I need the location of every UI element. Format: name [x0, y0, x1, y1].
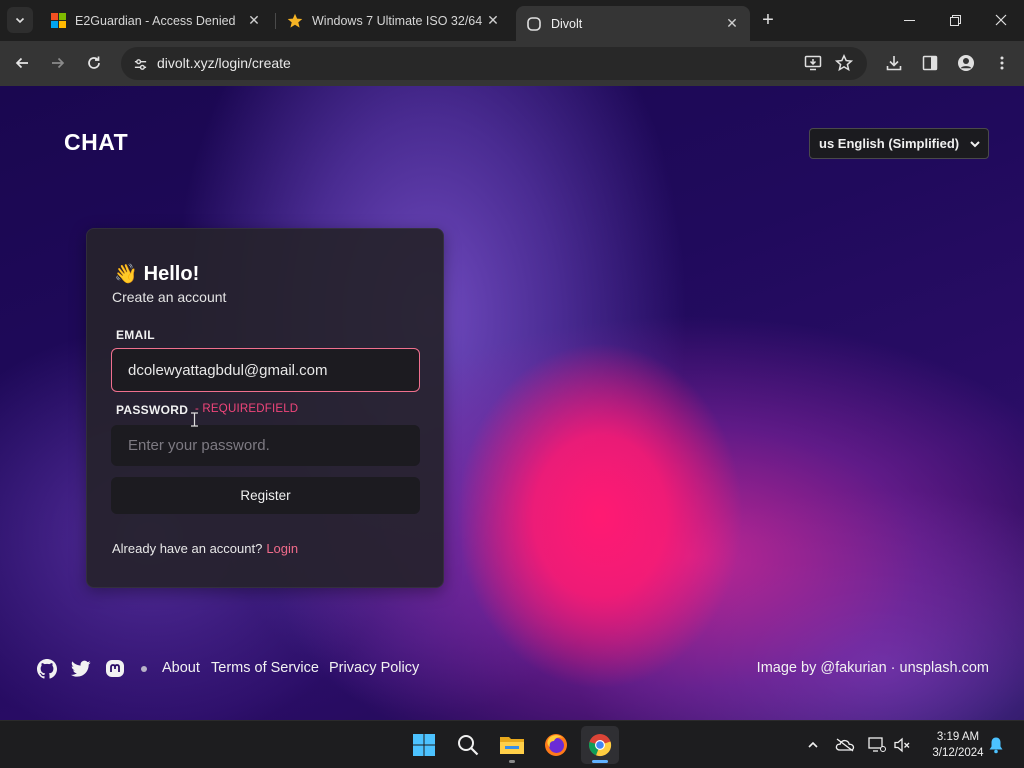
tab-windows7[interactable]: Windows 7 Ultimate ISO 32/64 ✕ [277, 6, 511, 35]
password-placeholder: Enter your password. [128, 437, 270, 454]
profile-button[interactable] [954, 51, 978, 75]
chevron-down-icon [15, 17, 25, 24]
bookmark-star-icon[interactable] [832, 51, 856, 75]
search-icon [458, 735, 479, 756]
browser-toolbar: divolt.xyz/login/create [0, 41, 1024, 86]
about-link[interactable]: About [162, 660, 200, 676]
image-credit[interactable]: Image by @fakurian · unsplash.com [757, 660, 989, 676]
side-panel-button[interactable] [918, 51, 942, 75]
start-icon [413, 734, 435, 756]
signup-card: 👋 Hello! Create an account EMAIL dcolewy… [86, 228, 444, 588]
file-explorer-icon [500, 737, 524, 754]
firefox-icon [545, 734, 567, 756]
greeting-heading: 👋 Hello! [114, 262, 199, 286]
profile-icon [958, 55, 974, 71]
taskbar: 3:19 AM 3/12/2024 [0, 720, 1024, 768]
forward-button[interactable] [46, 51, 70, 75]
back-button[interactable] [10, 51, 34, 75]
tab-separator [275, 13, 276, 29]
login-prompt-text: Already have an account? [112, 541, 263, 556]
tab-strip: E2Guardian - Access Denied ✕ Windows 7 U… [0, 0, 1024, 41]
footer-separator-dot [141, 666, 147, 672]
terms-link[interactable]: Terms of Service [211, 660, 319, 676]
volume-muted-icon[interactable] [892, 735, 912, 755]
login-link[interactable]: Login [266, 541, 298, 556]
more-vertical-icon [1000, 56, 1004, 70]
arrow-left-icon [15, 57, 28, 69]
reload-icon [88, 56, 100, 69]
divolt-icon [526, 16, 542, 32]
mastodon-icon[interactable] [104, 658, 126, 680]
side-panel-icon [922, 55, 938, 71]
show-hidden-icons-button[interactable] [803, 735, 823, 755]
chrome-icon [588, 734, 612, 757]
tab-title: Divolt [551, 16, 583, 31]
new-tab-button[interactable]: + [757, 9, 779, 31]
language-select[interactable]: us English (Simplified) [809, 128, 989, 159]
restore-button[interactable] [933, 5, 977, 35]
tab-e2guardian[interactable]: E2Guardian - Access Denied ✕ [40, 6, 272, 35]
close-window-button[interactable] [979, 5, 1023, 35]
tab-title: Windows 7 Ultimate ISO 32/64 [312, 13, 483, 28]
password-label: PASSWORD [116, 403, 189, 417]
tab-search-button[interactable] [7, 7, 33, 33]
tab-divolt[interactable]: Divolt ✕ [516, 6, 750, 41]
running-indicator [592, 760, 608, 763]
email-value: dcolewyattagbdul@gmail.com [128, 361, 328, 379]
taskbar-file-explorer[interactable] [493, 726, 531, 764]
chevron-down-icon [970, 141, 980, 148]
network-icon[interactable] [867, 735, 887, 755]
twitter-icon[interactable] [70, 658, 92, 680]
arrow-right-icon [52, 57, 65, 69]
windows-logo-icon [50, 13, 66, 29]
notification-bell-icon[interactable] [986, 735, 1006, 755]
waving-hand-icon: 👋 [114, 264, 138, 285]
install-app-icon[interactable] [801, 51, 825, 75]
language-select-value: us English (Simplified) [819, 136, 960, 151]
card-subtitle: Create an account [112, 289, 227, 305]
privacy-link[interactable]: Privacy Policy [329, 660, 419, 676]
page-content: CHAT us English (Simplified) 👋 Hello! Cr… [0, 86, 1024, 720]
close-icon [995, 14, 1007, 26]
close-icon[interactable]: ✕ [246, 12, 262, 29]
close-icon[interactable]: ✕ [724, 15, 740, 32]
start-button[interactable] [405, 726, 443, 764]
address-bar[interactable]: divolt.xyz/login/create [121, 47, 867, 80]
minimize-icon [903, 19, 915, 21]
onedrive-icon[interactable] [835, 735, 855, 755]
taskbar-chrome[interactable] [581, 726, 619, 764]
text-cursor-icon [191, 412, 198, 427]
close-icon[interactable]: ✕ [485, 12, 501, 29]
download-icon [886, 56, 902, 71]
chevron-up-icon [808, 741, 818, 748]
restore-icon [949, 14, 961, 26]
minimize-button[interactable] [887, 5, 931, 35]
star-icon [287, 13, 303, 29]
reload-button[interactable] [82, 51, 106, 75]
running-indicator [509, 760, 515, 763]
url-text[interactable]: divolt.xyz/login/create [157, 55, 291, 71]
register-button[interactable]: Register [111, 477, 420, 514]
password-error: - REQUIREDFIELD [195, 403, 299, 415]
email-label: EMAIL [116, 328, 155, 342]
email-field[interactable]: dcolewyattagbdul@gmail.com [111, 348, 420, 392]
brand-logo: CHAT [64, 129, 129, 155]
greeting-text: Hello! [143, 262, 200, 285]
login-prompt: Already have an account? Login [112, 541, 298, 556]
taskbar-firefox[interactable] [537, 726, 575, 764]
taskbar-search-button[interactable] [449, 726, 487, 764]
password-field[interactable]: Enter your password. [111, 425, 420, 466]
menu-button[interactable] [990, 51, 1014, 75]
downloads-button[interactable] [882, 51, 906, 75]
site-settings-icon[interactable] [129, 53, 151, 75]
github-icon[interactable] [36, 658, 58, 680]
tab-title: E2Guardian - Access Denied [75, 13, 236, 28]
